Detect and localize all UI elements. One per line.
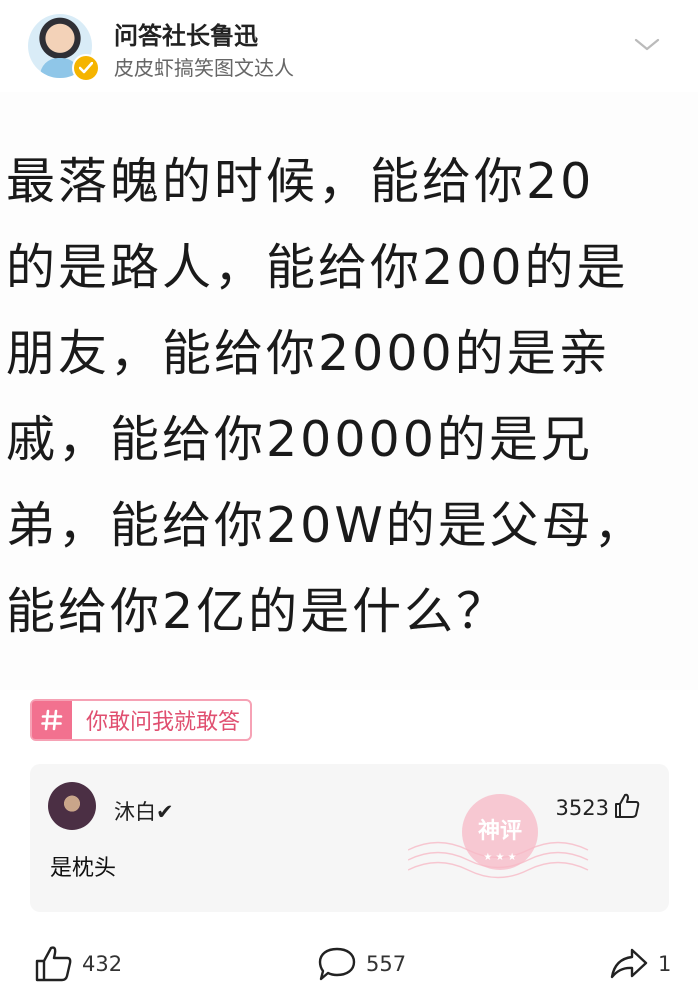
- author-name[interactable]: 问答社长鲁迅: [114, 16, 258, 51]
- share-arrow-icon: [610, 948, 648, 979]
- comment-like-count: 3523: [555, 796, 609, 820]
- action-bar: 432 557 1: [0, 938, 698, 990]
- stamp-text: 神评: [478, 818, 522, 844]
- like-button[interactable]: 432: [34, 944, 122, 984]
- share-button[interactable]: 1: [608, 944, 671, 984]
- commenter-avatar[interactable]: [48, 782, 96, 830]
- commenter-name[interactable]: 沐白✔: [114, 796, 174, 826]
- image-text-line: 弟，能给你20W的是父母，: [6, 497, 646, 554]
- image-text-line: 能给你2亿的是什么？: [6, 583, 509, 640]
- comment-thumbs-up-icon[interactable]: [613, 792, 641, 820]
- post-header: 问答社长鲁迅 皮皮虾搞笑图文达人: [0, 0, 698, 92]
- post-image[interactable]: 最落魄的时候，能给你20 的是路人，能给你200的是 朋友，能给你2000的是亲…: [0, 92, 698, 690]
- like-count: 432: [82, 952, 123, 976]
- verified-badge-icon: [72, 54, 100, 82]
- image-text-line: 戚，能给你20000的是兄: [6, 411, 593, 468]
- image-text-line: 最落魄的时候，能给你20: [6, 153, 595, 210]
- topic-tag[interactable]: 你敢问我就敢答: [30, 699, 253, 741]
- comment-count: 557: [366, 952, 407, 976]
- comment-button[interactable]: 557: [316, 944, 406, 984]
- thumbs-up-icon: [35, 946, 72, 982]
- image-text-line: 朋友，能给你2000的是亲: [6, 325, 611, 382]
- topic-tag-label: 你敢问我就敢答: [86, 710, 241, 735]
- hashtag-icon: [32, 701, 72, 739]
- image-text-line: 的是路人，能给你200的是: [6, 239, 629, 296]
- comment-bubble-icon: [318, 947, 356, 981]
- svg-text:★ ★ ★: ★ ★ ★: [483, 852, 516, 863]
- author-subtitle: 皮皮虾搞笑图文达人: [114, 56, 294, 80]
- comment-text: 是枕头: [50, 856, 117, 881]
- god-comment-card[interactable]: 神评 ★ ★ ★ 沐白✔ 3523 是枕头: [30, 764, 669, 912]
- chevron-down-icon[interactable]: [632, 32, 662, 56]
- share-count: 1: [658, 952, 672, 976]
